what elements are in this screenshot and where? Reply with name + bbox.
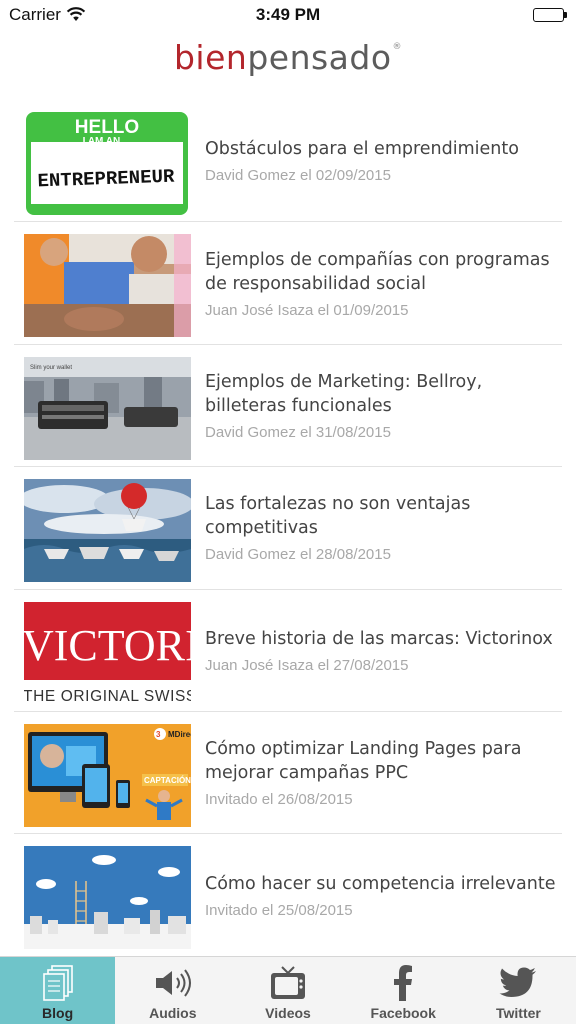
tab-twitter[interactable]: Twitter bbox=[461, 957, 576, 1024]
article-thumbnail: Slim your wallet bbox=[24, 356, 191, 460]
article-item[interactable]: VICTORI THE ORIGINAL SWISS Breve histori… bbox=[14, 590, 562, 712]
article-item[interactable]: Ejemplos de compañías con programas de r… bbox=[14, 222, 562, 345]
article-thumbnail: VICTORI THE ORIGINAL SWISS bbox=[24, 601, 191, 705]
article-title[interactable]: Las fortalezas no son ventajas competiti… bbox=[205, 492, 558, 540]
article-item[interactable]: CAPTACIÓN 3 MDirecto Cómo optimizar Land… bbox=[14, 712, 562, 835]
article-item[interactable]: Las fortalezas no son ventajas competiti… bbox=[14, 467, 562, 590]
thumb-iaman-text: I AM AN ... bbox=[83, 136, 132, 147]
article-thumbnail: HELLO I AM AN ... ENTREPRENEUR bbox=[24, 112, 191, 215]
status-bar: Carrier 3:49 PM bbox=[0, 0, 576, 30]
logo-part-bien: bien bbox=[173, 38, 248, 77]
article-item[interactable]: HELLO I AM AN ... ENTREPRENEUR Obstáculo… bbox=[14, 100, 562, 223]
status-time: 3:49 PM bbox=[255, 5, 321, 24]
article-meta: David Gomez el 28/08/2015 bbox=[205, 546, 391, 564]
tab-videos-label: Videos bbox=[265, 1005, 311, 1021]
article-meta: Invitado el 25/08/2015 bbox=[205, 902, 353, 920]
facebook-icon bbox=[346, 965, 461, 1001]
tab-audios[interactable]: Audios bbox=[115, 957, 230, 1024]
article-thumbnail: CAPTACIÓN 3 MDirecto bbox=[24, 723, 191, 827]
thumb-mdirecto-text: MDirecto bbox=[168, 730, 191, 739]
article-item[interactable]: Slim your wallet Ejemplos de Marketing: … bbox=[14, 345, 562, 468]
article-meta: Juan José Isaza el 27/08/2015 bbox=[205, 656, 409, 674]
tab-blog[interactable]: Blog bbox=[0, 957, 116, 1024]
twitter-bird-icon bbox=[461, 965, 576, 1001]
thumb-original-swiss-text: THE ORIGINAL SWISS bbox=[24, 688, 191, 705]
battery-icon bbox=[533, 8, 567, 22]
tv-icon bbox=[230, 965, 345, 1001]
tab-facebook-label: Facebook bbox=[370, 1005, 436, 1021]
tab-videos[interactable]: Videos bbox=[230, 957, 345, 1024]
thumb-hello-text: HELLO bbox=[75, 117, 139, 138]
thumb-captacion-text: CAPTACIÓN bbox=[144, 776, 191, 785]
article-list: HELLO I AM AN ... ENTREPRENEUR Obstáculo… bbox=[14, 100, 562, 957]
article-thumbnail bbox=[24, 846, 191, 950]
app-header: bienpensado® bbox=[0, 30, 576, 92]
article-meta: Juan José Isaza el 01/09/2015 bbox=[205, 301, 409, 319]
article-thumbnail bbox=[24, 479, 191, 583]
article-thumbnail bbox=[24, 234, 191, 338]
article-title[interactable]: Ejemplos de compañías con programas de r… bbox=[205, 248, 558, 296]
article-item[interactable]: Cómo hacer su competencia irrelevante In… bbox=[14, 834, 562, 956]
article-title[interactable]: Breve historia de las marcas: Victorinox bbox=[205, 627, 558, 651]
article-meta: David Gomez el 02/09/2015 bbox=[205, 167, 391, 185]
tab-facebook[interactable]: Facebook bbox=[346, 957, 461, 1024]
speaker-icon bbox=[115, 965, 230, 1001]
bienpensado-logo[interactable]: bienpensado® bbox=[174, 38, 402, 77]
article-title[interactable]: Cómo hacer su competencia irrelevante bbox=[205, 872, 558, 896]
blog-pages-icon bbox=[0, 965, 115, 1001]
article-title[interactable]: Obstáculos para el emprendimiento bbox=[205, 137, 558, 161]
article-meta: David Gomez el 31/08/2015 bbox=[205, 423, 391, 441]
tab-audios-label: Audios bbox=[149, 1005, 197, 1021]
thumb-victorinox-text: VICTORI bbox=[24, 621, 191, 670]
tab-bar: Blog Audios Videos Facebook Twitter bbox=[0, 956, 576, 1024]
logo-registered-mark: ® bbox=[392, 42, 403, 52]
tab-twitter-label: Twitter bbox=[495, 1005, 541, 1021]
svg-text:3: 3 bbox=[156, 730, 161, 739]
article-title[interactable]: Ejemplos de Marketing: Bellroy, billeter… bbox=[205, 370, 558, 418]
article-title[interactable]: Cómo optimizar Landing Pages para mejora… bbox=[205, 737, 558, 785]
tab-blog-label: Blog bbox=[42, 1005, 74, 1021]
logo-part-pensado: pensado bbox=[247, 38, 392, 77]
thumb-slim-wallet-text: Slim your wallet bbox=[30, 365, 72, 371]
article-meta: Invitado el 26/08/2015 bbox=[205, 791, 353, 809]
